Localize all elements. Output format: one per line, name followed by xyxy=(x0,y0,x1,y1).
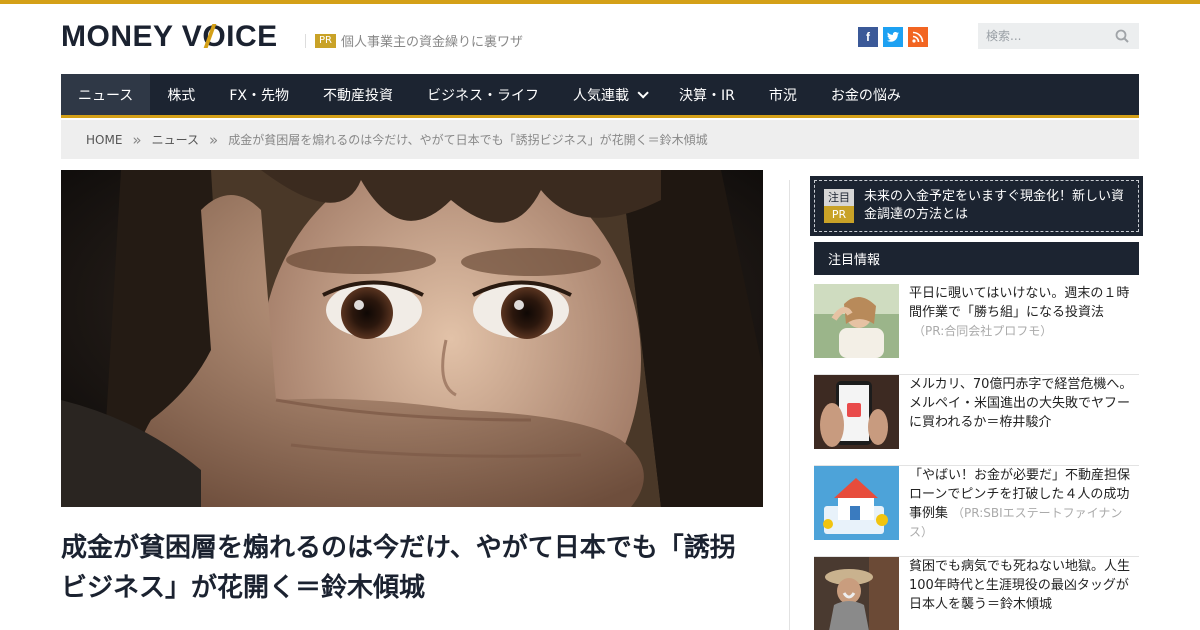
main-nav: ニュース 株式 FX・先物 不動産投資 ビジネス・ライフ 人気連載 決算・IR … xyxy=(61,74,1139,118)
list-item-title[interactable]: 平日に覗いてはいけない。週末の１時間作業で「勝ち組」になる投資法 xyxy=(909,286,1129,320)
facebook-icon[interactable]: f xyxy=(858,27,878,47)
sponsor-label: （PR:合同会社プロフモ） xyxy=(913,324,1053,338)
list-item[interactable]: メルカリ、70億円赤字で経営危機へ。メルペイ・米国進出の大失敗でヤフーに買われる… xyxy=(814,375,1139,466)
rss-icon[interactable] xyxy=(908,27,928,47)
list-item[interactable]: 貧困でも病気でも死ねない地獄。人生100年時代と生涯現役の最凶タッグが日本人を襲… xyxy=(814,557,1139,630)
nav-label: 決算・IR xyxy=(678,87,735,104)
section-heading: 注目情報 xyxy=(814,242,1139,275)
nav-item-news[interactable]: ニュース xyxy=(61,74,151,115)
nav-label: ニュース xyxy=(78,87,134,104)
nav-label: 市況 xyxy=(768,87,797,104)
chevron-down-icon xyxy=(637,86,649,99)
nav-item-earnings[interactable]: 決算・IR xyxy=(662,74,752,115)
nav-item-money-worries[interactable]: お金の悩み xyxy=(814,74,918,115)
breadcrumb-separator: » xyxy=(209,130,219,149)
column-divider xyxy=(789,180,790,630)
breadcrumb-home[interactable]: HOME xyxy=(86,133,122,147)
header-pr-link[interactable]: PR 個人事業主の資金繰りに裏ワザ xyxy=(305,31,523,50)
breadcrumb-current: 成金が貧困層を煽れるのは今だけ、やがて日本でも「誘拐ビジネス」が花開く＝鈴木傾城 xyxy=(228,133,708,147)
pr-ad-text[interactable]: 個人事業主の資金繰りに裏ワザ xyxy=(341,31,523,50)
list-item[interactable]: 「やばい！お金が必要だ」不動産担保ローンでピンチを打破した４人の成功事例集 （PR… xyxy=(814,466,1139,557)
pr-badge: PR xyxy=(824,206,854,223)
search-box[interactable] xyxy=(978,23,1139,49)
article-title: 成金が貧困層を煽れるのは今だけ、やがて日本でも「誘拐ビジネス」が花開く＝鈴木傾城 xyxy=(61,533,736,603)
list-item-title[interactable]: メルカリ、70億円赤字で経営危機へ。メルペイ・米国進出の大失敗でヤフーに買われる… xyxy=(909,377,1132,430)
nav-label: FX・先物 xyxy=(229,87,289,104)
breadcrumb: HOME » ニュース » 成金が貧困層を煽れるのは今だけ、やがて日本でも「誘拐… xyxy=(61,120,1139,159)
thumbnail[interactable] xyxy=(814,375,899,449)
thumbnail[interactable] xyxy=(814,466,899,540)
pr-badge: PR xyxy=(315,33,336,48)
featured-badge: 注目 xyxy=(824,189,854,206)
nav-label: 人気連載 xyxy=(572,87,629,104)
thumbnail[interactable] xyxy=(814,284,899,358)
search-input[interactable] xyxy=(986,29,1111,43)
promo-text[interactable]: 未来の入金予定をいますぐ現金化！新しい資金調達の方法とは xyxy=(864,188,1134,224)
divider xyxy=(305,33,306,48)
twitter-icon[interactable] xyxy=(883,27,903,47)
nav-item-fx[interactable]: FX・先物 xyxy=(212,74,306,115)
nav-item-business[interactable]: ビジネス・ライフ xyxy=(410,74,556,115)
featured-list: 平日に覗いてはいけない。週末の１時間作業で「勝ち組」になる投資法 （PR:合同会社… xyxy=(814,284,1139,630)
list-item[interactable]: 平日に覗いてはいけない。週末の１時間作業で「勝ち組」になる投資法 （PR:合同会社… xyxy=(814,284,1139,375)
nav-label: お金の悩み xyxy=(830,87,901,104)
nav-label: 不動産投資 xyxy=(322,87,393,104)
nav-item-popular-series[interactable]: 人気連載 xyxy=(556,74,662,115)
list-item-title[interactable]: 貧困でも病気でも死ねない地獄。人生100年時代と生涯現役の最凶タッグが日本人を襲… xyxy=(909,559,1130,612)
nav-label: ビジネス・ライフ xyxy=(426,87,539,104)
nav-item-stocks[interactable]: 株式 xyxy=(150,74,212,115)
nav-label: 株式 xyxy=(167,87,196,104)
top-accent-stripe xyxy=(0,0,1200,4)
search-icon[interactable] xyxy=(1115,29,1129,43)
sidebar-promo[interactable]: 注目 PR 未来の入金予定をいますぐ現金化！新しい資金調達の方法とは xyxy=(810,176,1143,236)
site-logo[interactable]: MONEY VOICE xyxy=(61,20,278,54)
thumbnail[interactable] xyxy=(814,557,899,630)
nav-item-market[interactable]: 市況 xyxy=(752,74,814,115)
hero-image xyxy=(61,170,763,507)
nav-item-real-estate[interactable]: 不動産投資 xyxy=(306,74,410,115)
breadcrumb-section[interactable]: ニュース xyxy=(152,131,199,148)
breadcrumb-separator: » xyxy=(132,130,142,149)
